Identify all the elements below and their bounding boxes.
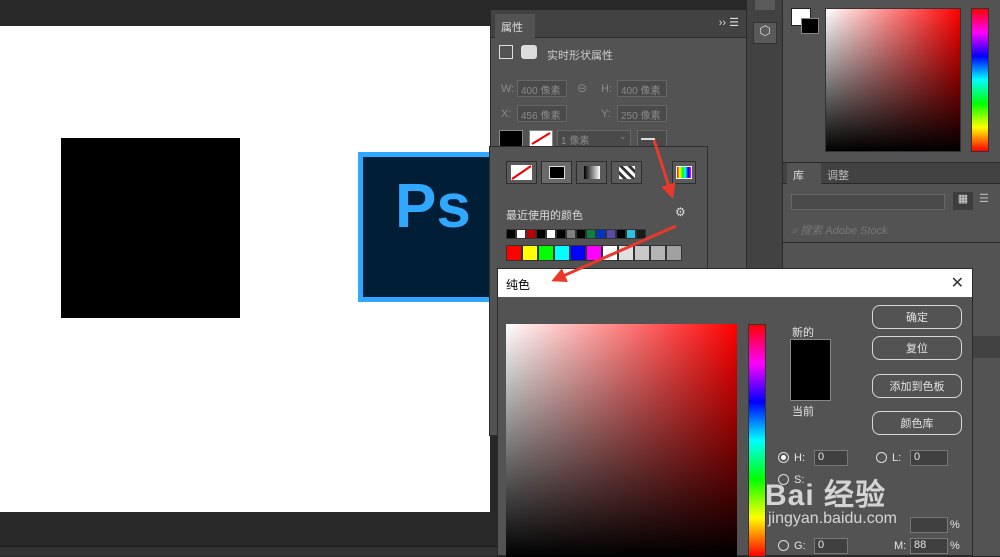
baidu-watermark-logo: Bai 经验: [765, 479, 887, 512]
arrow-to-dialog: [551, 224, 677, 283]
baidu-watermark-url: jingyan.baidu.com: [768, 510, 897, 527]
arrow-to-gear: [652, 139, 676, 199]
